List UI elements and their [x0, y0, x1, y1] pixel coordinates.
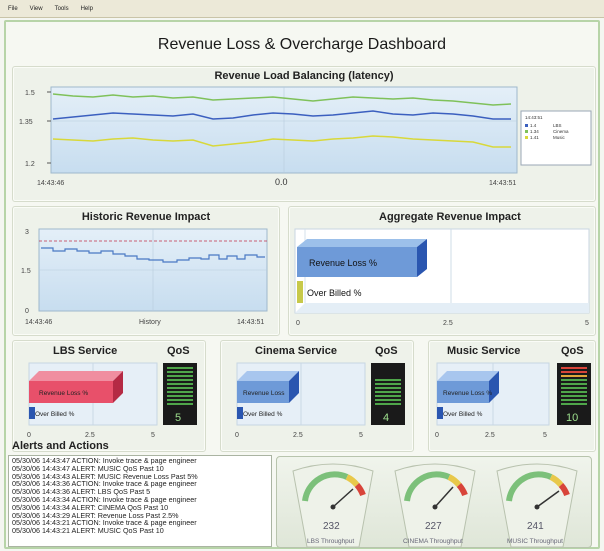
music-bar1-label: Revenue Loss % [443, 390, 492, 397]
legend-value-lbs: 1.4 [530, 123, 537, 128]
latency-xtick-mid: 0.0 [275, 177, 288, 187]
historic-chart: 3 1.5 0 14:43:46 History 14:43:51 [21, 228, 268, 326]
legend-value-cinema: 1.34 [530, 129, 539, 134]
cinema-tick-1: 2.5 [293, 432, 303, 439]
alerts-title: Alerts and Actions [12, 440, 109, 452]
lbs-service-chart: Revenue Loss % Over Billed % 0 2.5 5 5 [27, 362, 197, 439]
alert-line: 05/30/06 14:43:21 ALERT: MUSIC QoS Past … [12, 526, 164, 536]
legend-label-lbs: LBS [553, 123, 562, 128]
menu-bar: File View Tools Help [0, 0, 604, 18]
throughput-gauges-panel: 232 LBS Throughput 227 CINEMA Throughput… [276, 456, 592, 548]
aggregate-bar1-label: Revenue Loss % [309, 258, 377, 268]
latency-ytick-bottom: 1.2 [25, 161, 35, 168]
legend-timestamp: 14:43:51 [525, 115, 543, 120]
historic-ytick-top: 3 [25, 229, 29, 236]
music-tick-2: 5 [543, 432, 547, 439]
cinema-qos-value: 4 [383, 412, 389, 424]
legend-swatch-cinema [525, 130, 528, 133]
legend-swatch-lbs [525, 124, 528, 127]
menu-tools[interactable]: Tools [55, 6, 69, 12]
aggregate-chart: Revenue Loss % Over Billed % 0 2.5 5 [294, 228, 590, 327]
cinema-service-chart: Revenue Loss Over Billed % 0 2.5 5 4 [235, 362, 405, 439]
latency-xtick-end: 14:43:51 [489, 180, 516, 187]
music-tick-0: 0 [435, 432, 439, 439]
lbs-bar1-label: Revenue Loss % [39, 390, 88, 397]
lbs-qos-value: 5 [175, 412, 181, 424]
menu-file[interactable]: File [8, 6, 18, 12]
aggregate-tick-2: 5 [585, 320, 589, 327]
music-bar2-label: Over Billed % [443, 411, 483, 418]
aggregate-panel: Aggregate Revenue Impact Revenue Loss % … [288, 206, 596, 336]
aggregate-bar-over-billed [297, 281, 303, 303]
latency-panel: Revenue Load Balancing (latency) 1.5 1.3… [12, 66, 596, 202]
historic-xtick-mid: History [139, 319, 161, 326]
lbs-tick-0: 0 [27, 432, 31, 439]
music-service-chart: Revenue Loss % Over Billed % 0 2.5 5 10 [435, 362, 591, 439]
cinema-bar1-label: Revenue Loss [243, 390, 285, 397]
aggregate-bar-revenue-loss-top [297, 239, 427, 247]
latency-chart: 1.5 1.35 1.2 14:43:46 0.0 14:43:51 14:43… [19, 86, 592, 187]
lbs-throughput-value: 232 [323, 521, 340, 532]
latency-ytick-top: 1.5 [25, 90, 35, 97]
cinema-tick-2: 5 [359, 432, 363, 439]
cinema-service-panel: Cinema Service QoS Revenue Loss Over Bil… [220, 340, 414, 452]
latency-xtick-start: 14:43:46 [37, 180, 64, 187]
dashboard-title: Revenue Loss & Overcharge Dashboard [157, 36, 447, 53]
historic-xtick-start: 14:43:46 [25, 319, 52, 326]
cinema-throughput-value: 227 [425, 521, 442, 532]
legend-swatch-music [525, 136, 528, 139]
music-tick-1: 2.5 [485, 432, 495, 439]
aggregate-tick-1: 2.5 [443, 320, 453, 327]
music-qos-value: 10 [566, 412, 578, 424]
lbs-tick-1: 2.5 [85, 432, 95, 439]
music-throughput-value: 241 [527, 521, 544, 532]
historic-ytick-mid: 1.5 [21, 268, 31, 275]
historic-panel: Historic Revenue Impact 3 1.5 0 14:43:46… [12, 206, 280, 336]
lbs-bar2-label: Over Billed % [35, 411, 75, 418]
alerts-list[interactable]: 05/30/06 14:43:47 ACTION: Invoke trace &… [8, 455, 272, 547]
historic-ytick-bottom: 0 [25, 308, 29, 315]
aggregate-bar2-label: Over Billed % [307, 288, 362, 298]
lbs-throughput-label: LBS Throughput [307, 538, 354, 545]
legend-label-music: Music [553, 135, 566, 140]
menu-help[interactable]: Help [81, 6, 93, 12]
historic-xtick-end: 14:43:51 [237, 319, 264, 326]
cinema-throughput-label: CINEMA Throughput [403, 538, 463, 545]
cinema-bar2-label: Over Billed % [243, 411, 283, 418]
menu-view[interactable]: View [30, 6, 43, 12]
latency-ytick-mid: 1.35 [19, 119, 33, 126]
legend-value-music: 1.41 [530, 135, 539, 140]
lbs-tick-2: 5 [151, 432, 155, 439]
cinema-tick-0: 0 [235, 432, 239, 439]
aggregate-tick-0: 0 [296, 320, 300, 327]
music-service-panel: Music Service QoS Revenue Loss % Over Bi… [428, 340, 596, 452]
lbs-service-panel: LBS Service QoS Revenue Loss % Over Bill… [12, 340, 206, 452]
music-throughput-label: MUSIC Throughput [507, 538, 563, 545]
legend-label-cinema: Cinema [553, 129, 569, 134]
throughput-gauges: 232 LBS Throughput 227 CINEMA Throughput… [292, 463, 578, 548]
